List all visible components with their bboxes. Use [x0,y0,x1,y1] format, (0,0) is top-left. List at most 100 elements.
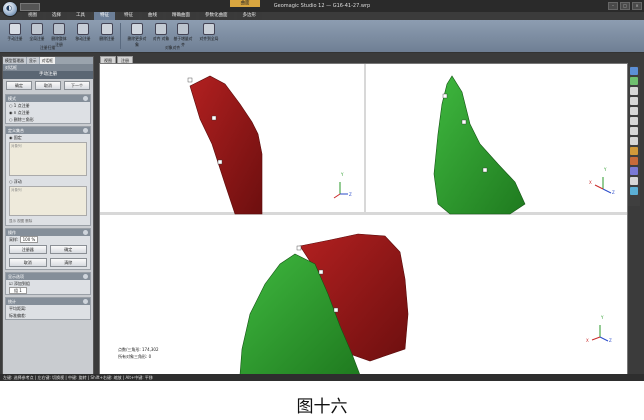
tab-feature[interactable]: 特征 [118,12,139,20]
fixed-object-list[interactable]: 对象列 [9,142,87,176]
align-global-button[interactable]: 对齐到全局 [198,23,220,42]
tab-select[interactable]: 选择 [46,12,67,20]
close-icon[interactable]: × [632,2,642,10]
tab-curve[interactable]: 曲线 [142,12,163,20]
3d-viewport[interactable]: Y Z Y Z X Y Z X 点数/三角形: 174,302 所有对象三角形:… [99,63,628,376]
align-objects-button[interactable]: 对齐 对象 [152,23,170,42]
collapse-icon[interactable] [83,128,88,133]
status-bar: 左键: 选择参考点 | 左右键: 切换视 | 中键: 旋转 | Shift+右键… [0,374,644,381]
view-right-icon[interactable] [630,117,638,125]
register-button[interactable]: 注册器 [9,245,47,254]
tab-view[interactable]: 视图 [22,12,43,20]
sample-row: 采样: 100 % [6,236,90,243]
ribbon-group-label-align: 对象对齐 [165,45,181,50]
axis-z-label-right: Z [612,190,615,195]
stats-section: 统计 平均距离: 标准偏差: [5,297,91,320]
cancel-button[interactable]: 取消 [35,81,61,90]
view-bottom-icon[interactable] [630,137,638,145]
light-icon[interactable] [630,147,638,155]
next-button[interactable]: 下一个 [64,81,90,90]
rotate-icon[interactable] [630,187,638,195]
select-icon[interactable] [630,177,638,185]
dialog-title: 手动注册 [3,71,93,79]
floating-radio[interactable]: ○ 浮动 [6,178,90,185]
tab-model-manager[interactable]: 模型管理器 [3,57,26,64]
menu-tabs: 视图 选择 工具 特征 特征 曲线 精确曲面 参数化曲面 多边形 [22,12,262,20]
fixed-radio[interactable]: ◉ 固定 [6,134,90,141]
minimize-icon[interactable]: – [608,2,618,10]
dialog-panel: 模型管理器 显示 对话框 对话框 手动注册 确定 取消 下一个 模式 ○ 1 点… [2,56,94,376]
maximize-icon[interactable]: □ [620,2,630,10]
result-button[interactable]: 取消 [9,258,47,267]
tab-active[interactable]: 特征 [94,12,115,20]
tab-exact-surface[interactable]: 精确曲面 [166,12,196,20]
axis-z-label-bottom: Z [609,338,612,343]
group-select[interactable]: 组 1 [6,287,90,294]
display-options-header[interactable]: 显示选项 [6,273,90,280]
tab-display[interactable]: 显示 [26,57,39,64]
color-icon[interactable] [630,157,638,165]
axis-x-label-right: X [589,180,592,185]
view-fit-icon[interactable] [630,67,638,75]
collapse-icon[interactable] [83,96,88,101]
operation-header[interactable]: 操作 [6,229,90,236]
axis-triad-right [594,177,612,194]
define-set-header[interactable]: 定义集合 [6,127,90,134]
operation-section: 操作 采样: 100 % 注册器 确定 取消 清除 [5,228,91,270]
view-front-icon[interactable] [630,87,638,95]
axis-triad-left [333,182,348,199]
scan-meshes [187,75,612,375]
figure-caption: 图十六 [296,397,348,417]
axis-y-label: Y [341,172,344,177]
floating-scan-green-mesh [433,75,526,215]
collapse-icon[interactable] [83,230,88,235]
window-controls: – □ × [608,2,642,10]
view-top-icon[interactable] [630,127,638,135]
view-toolbar [628,66,640,206]
axis-y-label-right: Y [604,167,607,172]
manual-register-button[interactable]: 手动注册 [6,23,24,42]
axis-triad-bottom [591,325,609,342]
delete-more-objects-button[interactable]: 删除更多对象 [126,23,148,48]
clear-button[interactable]: 清除 [49,258,87,267]
tab-dialog[interactable]: 对话框 [39,57,55,64]
mode-option-npoint[interactable]: ◉ n 点注册 [6,109,90,116]
ribbon: 手动注册 全局注册 删除整体注册 移动注册 删除注册 删除更多对象 对齐 对象 … [0,20,644,53]
global-register-button[interactable]: 全局注册 [28,23,46,42]
move-register-button[interactable]: 移动注册 [74,23,92,42]
object-count: 所有对象三角形: 0 [118,354,152,359]
axis-y-label-bottom: Y [601,315,604,320]
mode-option-1point[interactable]: ○ 1 点注册 [6,102,90,109]
display-options-section: 显示选项 ☑ 添加到组 组 1 [5,272,91,295]
title-bar: ◐ 曲面 Geomagic Studio 12 — G16-41-27.wrp … [0,0,644,17]
ok-button[interactable]: 确定 [6,81,32,90]
mode-option-delete-triangles[interactable]: ○ 删除三角形 [6,116,90,123]
add-to-group-checkbox[interactable]: ☑ 添加到组 [6,280,90,287]
view-iso-icon[interactable] [630,77,638,85]
avg-distance: 平均距离: [9,306,27,311]
tab-param-surface[interactable]: 参数化曲面 [199,12,234,20]
render-icon[interactable] [630,167,638,175]
mode-section: 模式 ○ 1 点注册 ◉ n 点注册 ○ 删除三角形 [5,94,91,124]
panel-header: 对话框 [3,64,93,71]
window-title: Geomagic Studio 12 — G16-41-27.wrp [273,3,371,9]
define-set-section: 定义集合 ◉ 固定 对象列 ○ 浮动 对象列 显示 视图 删除 [5,126,91,226]
confirm-button[interactable]: 确定 [49,245,87,254]
collapse-icon[interactable] [83,274,88,279]
view-back-icon[interactable] [630,97,638,105]
fixed-scan-red-mesh [189,75,263,215]
collapse-icon[interactable] [83,299,88,304]
tab-polygon[interactable]: 多边形 [236,12,262,20]
delete-register-button[interactable]: 删除注册 [98,23,116,42]
mode-section-header[interactable]: 模式 [6,95,90,102]
panel-tabs: 模型管理器 显示 对话框 [3,57,93,64]
triangle-count: 点数/三角形: 174,302 [118,347,159,352]
axis-z-label: Z [349,192,352,197]
view-hint: 显示 视图 删除 [9,219,33,223]
stats-header[interactable]: 统计 [6,298,90,305]
floating-object-list[interactable]: 对象列 [9,186,87,216]
tab-tools[interactable]: 工具 [70,12,91,20]
view-left-icon[interactable] [630,107,638,115]
std-deviation: 标准偏差: [9,313,27,318]
sample-input[interactable]: 100 % [19,236,39,243]
